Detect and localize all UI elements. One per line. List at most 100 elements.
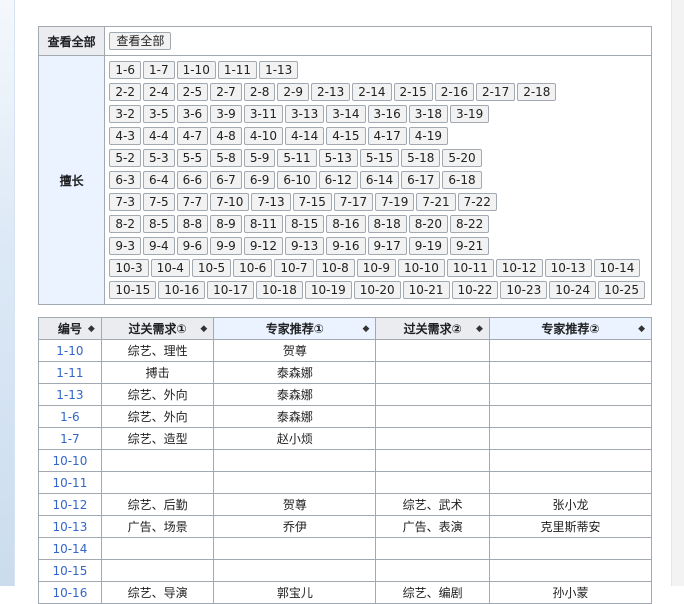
level-link[interactable]: 10-13 [52, 520, 87, 534]
level-filter-button[interactable]: 7-21 [416, 193, 456, 211]
level-filter-button[interactable]: 10-22 [451, 281, 499, 299]
level-filter-button[interactable]: 8-5 [142, 215, 175, 233]
level-filter-button[interactable]: 6-18 [442, 171, 482, 189]
sort-icon[interactable]: ◆ [200, 324, 207, 334]
level-filter-button[interactable]: 6-12 [318, 171, 358, 189]
level-filter-button[interactable]: 1-11 [217, 61, 258, 79]
header-exp1[interactable]: 专家推荐① ◆ [213, 317, 377, 340]
level-filter-button[interactable]: 7-22 [457, 193, 497, 211]
level-filter-button[interactable]: 10-7 [274, 259, 314, 277]
level-filter-button[interactable]: 10-21 [402, 281, 450, 299]
level-filter-button[interactable]: 4-10 [243, 127, 284, 145]
level-filter-button[interactable]: 2-8 [243, 83, 276, 101]
level-filter-button[interactable]: 4-4 [142, 127, 175, 145]
level-filter-button[interactable]: 4-3 [109, 127, 141, 145]
level-filter-button[interactable]: 2-18 [517, 83, 557, 101]
level-filter-button[interactable]: 8-15 [285, 215, 325, 233]
level-filter-button[interactable]: 5-2 [109, 149, 141, 167]
level-link[interactable]: 1-13 [56, 388, 83, 402]
level-filter-button[interactable]: 3-11 [243, 105, 284, 123]
level-filter-button[interactable]: 8-11 [243, 215, 284, 233]
level-filter-button[interactable]: 1-13 [259, 61, 299, 79]
level-filter-button[interactable]: 1-6 [109, 61, 141, 79]
level-filter-button[interactable]: 2-14 [352, 83, 392, 101]
level-filter-button[interactable]: 4-15 [326, 127, 366, 145]
level-filter-button[interactable]: 3-13 [285, 105, 325, 123]
level-filter-button[interactable]: 2-2 [109, 83, 141, 101]
level-filter-button[interactable]: 5-13 [318, 149, 358, 167]
level-filter-button[interactable]: 6-7 [210, 171, 242, 189]
level-filter-button[interactable]: 10-19 [304, 281, 352, 299]
level-filter-button[interactable]: 2-16 [434, 83, 474, 101]
level-filter-button[interactable]: 6-9 [243, 171, 276, 189]
level-filter-button[interactable]: 8-22 [449, 215, 490, 233]
level-filter-button[interactable]: 7-19 [375, 193, 415, 211]
level-filter-button[interactable]: 2-9 [277, 83, 310, 101]
level-filter-button[interactable]: 8-9 [210, 215, 242, 233]
level-filter-button[interactable]: 3-6 [176, 105, 209, 123]
level-filter-button[interactable]: 9-19 [408, 237, 448, 255]
level-filter-button[interactable]: 3-9 [210, 105, 242, 123]
level-filter-button[interactable]: 2-5 [176, 83, 209, 101]
level-filter-button[interactable]: 10-20 [353, 281, 401, 299]
level-filter-button[interactable]: 7-15 [292, 193, 332, 211]
level-filter-button[interactable]: 1-10 [176, 61, 216, 79]
level-filter-button[interactable]: 3-18 [408, 105, 448, 123]
level-filter-button[interactable]: 9-6 [176, 237, 209, 255]
level-link[interactable]: 1-6 [60, 410, 80, 424]
level-filter-button[interactable]: 6-3 [109, 171, 141, 189]
level-filter-button[interactable]: 10-4 [150, 259, 190, 277]
level-filter-button[interactable]: 10-14 [593, 259, 641, 277]
level-filter-button[interactable]: 10-18 [256, 281, 303, 299]
level-filter-button[interactable]: 10-23 [500, 281, 548, 299]
level-link[interactable]: 1-10 [56, 344, 83, 358]
level-filter-button[interactable]: 3-19 [449, 105, 490, 123]
level-link[interactable]: 1-7 [60, 432, 80, 446]
level-filter-button[interactable]: 9-13 [285, 237, 325, 255]
level-filter-button[interactable]: 7-13 [251, 193, 291, 211]
level-filter-button[interactable]: 8-2 [109, 215, 141, 233]
level-filter-button[interactable]: 6-14 [359, 171, 400, 189]
level-filter-button[interactable]: 9-16 [326, 237, 366, 255]
level-filter-button[interactable]: 10-24 [549, 281, 597, 299]
level-filter-button[interactable]: 6-4 [142, 171, 175, 189]
level-filter-button[interactable]: 6-17 [401, 171, 441, 189]
level-filter-button[interactable]: 10-13 [544, 259, 592, 277]
level-link[interactable]: 10-11 [52, 476, 87, 490]
level-filter-button[interactable]: 2-17 [475, 83, 516, 101]
level-filter-button[interactable]: 2-7 [210, 83, 242, 101]
level-filter-button[interactable]: 7-7 [176, 193, 209, 211]
vertical-scrollbar[interactable] [671, 0, 684, 586]
level-link[interactable]: 10-16 [52, 586, 87, 600]
level-filter-button[interactable]: 3-14 [326, 105, 366, 123]
sort-icon[interactable]: ◆ [88, 324, 95, 334]
level-filter-button[interactable]: 4-19 [408, 127, 448, 145]
level-filter-button[interactable]: 2-15 [393, 83, 433, 101]
level-filter-button[interactable]: 10-11 [446, 259, 494, 277]
sort-icon[interactable]: ◆ [638, 324, 645, 334]
level-filter-button[interactable]: 10-15 [109, 281, 157, 299]
level-link[interactable]: 1-11 [56, 366, 83, 380]
level-filter-button[interactable]: 2-13 [311, 83, 351, 101]
level-filter-button[interactable]: 5-8 [210, 149, 242, 167]
level-link[interactable]: 10-15 [52, 564, 87, 578]
level-link[interactable]: 10-12 [52, 498, 87, 512]
sort-icon[interactable]: ◆ [476, 324, 483, 334]
level-filter-button[interactable]: 5-9 [243, 149, 276, 167]
level-link[interactable]: 10-10 [52, 454, 87, 468]
level-filter-button[interactable]: 7-10 [210, 193, 250, 211]
level-filter-button[interactable]: 1-7 [142, 61, 175, 79]
level-filter-button[interactable]: 7-17 [333, 193, 374, 211]
sort-icon[interactable]: ◆ [362, 324, 369, 334]
level-filter-button[interactable]: 10-9 [356, 259, 397, 277]
level-filter-button[interactable]: 6-10 [277, 171, 317, 189]
level-filter-button[interactable]: 8-8 [176, 215, 209, 233]
level-filter-button[interactable]: 9-3 [109, 237, 141, 255]
level-filter-button[interactable]: 6-6 [176, 171, 209, 189]
level-filter-button[interactable]: 4-8 [210, 127, 242, 145]
level-filter-button[interactable]: 10-17 [207, 281, 254, 299]
level-filter-button[interactable]: 7-5 [142, 193, 175, 211]
level-filter-button[interactable]: 9-9 [210, 237, 242, 255]
level-filter-button[interactable]: 5-15 [359, 149, 400, 167]
level-filter-button[interactable]: 10-6 [233, 259, 273, 277]
